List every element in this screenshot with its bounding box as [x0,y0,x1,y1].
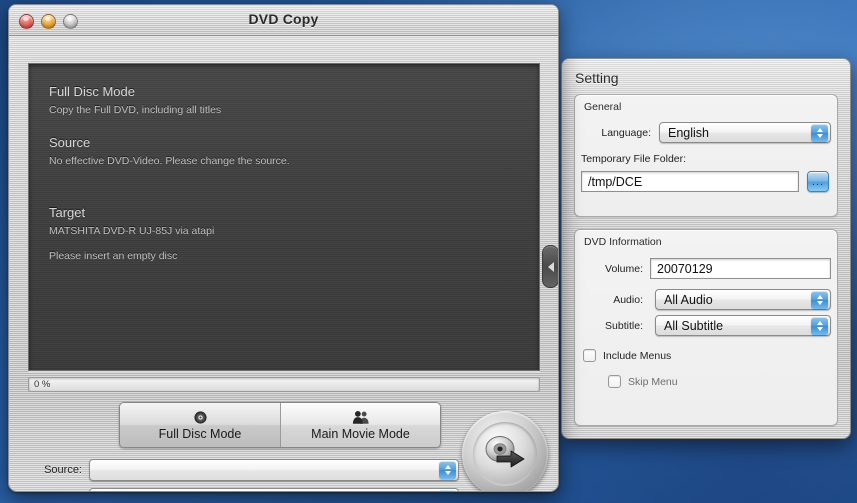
include-menus-checkbox[interactable] [583,349,596,362]
progress-bar: 0 % [28,377,540,392]
desktop-background: Setting General Language: English Tempor… [0,0,857,503]
source-row: Source: [34,459,459,481]
include-menus-label: Include Menus [603,349,672,362]
dvd-copy-window: DVD Copy Full Disc Mode Copy the Full DV… [8,4,559,492]
people-icon [352,410,370,425]
chevron-updown-icon[interactable] [811,124,828,142]
window-titlebar[interactable]: DVD Copy [9,5,558,36]
language-popup[interactable]: English [659,122,831,143]
temp-folder-label: Temporary File Folder: [581,153,687,165]
subtitle-value: All Subtitle [664,318,724,333]
main-movie-mode-button[interactable]: Main Movie Mode [280,403,440,447]
target-popup[interactable]: MATSHITA DVD-R UJ-85J via atapi [89,488,459,491]
general-group-title: General [584,101,622,113]
dvd-information-group-title: DVD Information [584,236,662,248]
dvd-information-groupbox: DVD Information Volume: 20070129 Audio: … [574,229,838,426]
volume-label: Volume: [605,263,643,275]
disc-arrow-icon [485,436,525,468]
chevron-updown-icon[interactable] [811,291,828,309]
chevron-left-icon [547,261,554,272]
setting-window: Setting General Language: English Tempor… [561,58,851,439]
skip-menu-row[interactable]: Skip Menu [608,375,678,388]
browse-folder-button[interactable]: ... [807,171,829,192]
display-mode-heading: Full Disc Mode [49,84,135,99]
source-label: Source: [44,464,82,476]
subtitle-label: Subtitle: [605,320,643,332]
display-source-status: No effective DVD-Video. Please change th… [49,155,290,167]
display-mode-desc: Copy the Full DVD, including all titles [49,104,222,116]
audio-popup[interactable]: All Audio [655,289,831,310]
display-target-device: MATSHITA DVD-R UJ-85J via atapi [49,225,215,237]
display-source-heading: Source [49,135,91,150]
window-title: DVD Copy [248,11,319,27]
language-value: English [668,125,709,140]
skip-menu-checkbox[interactable] [608,375,621,388]
temp-folder-input[interactable]: /tmp/DCE [581,171,799,192]
audio-value: All Audio [664,292,713,307]
collapse-panel-tab[interactable] [542,245,558,288]
info-display-panel: Full Disc Mode Copy the Full DVD, includ… [28,63,540,371]
source-popup[interactable] [89,459,459,481]
chevron-updown-icon[interactable] [439,461,456,479]
skip-menu-label: Skip Menu [628,375,678,388]
audio-label: Audio: [613,294,643,306]
volume-input[interactable]: 20070129 [650,258,831,279]
include-menus-row[interactable]: Include Menus [583,349,671,362]
full-disc-mode-label: Full Disc Mode [158,426,242,441]
full-disc-mode-button[interactable]: Full Disc Mode [120,403,280,447]
target-row: Target: MATSHITA DVD-R UJ-85J via atapi [34,488,459,491]
start-copy-button-inner [473,422,537,486]
subtitle-popup[interactable]: All Subtitle [655,315,831,336]
setting-window-title: Setting [575,70,619,86]
chevron-updown-icon[interactable] [811,317,828,335]
display-target-status: Please insert an empty disc [49,250,178,262]
general-groupbox: General Language: English Temporary File… [574,94,838,217]
disc-icon [193,410,208,425]
display-target-heading: Target [49,205,86,220]
mode-segmented-control: Full Disc Mode Main Movie Mode [119,402,441,448]
chevron-updown-icon[interactable] [439,490,456,491]
language-label: Language: [601,127,651,139]
main-movie-mode-label: Main Movie Mode [311,426,410,441]
start-copy-button[interactable] [462,411,548,491]
progress-label: 0 % [34,379,51,390]
window-body: Full Disc Mode Copy the Full DVD, includ… [9,36,558,491]
